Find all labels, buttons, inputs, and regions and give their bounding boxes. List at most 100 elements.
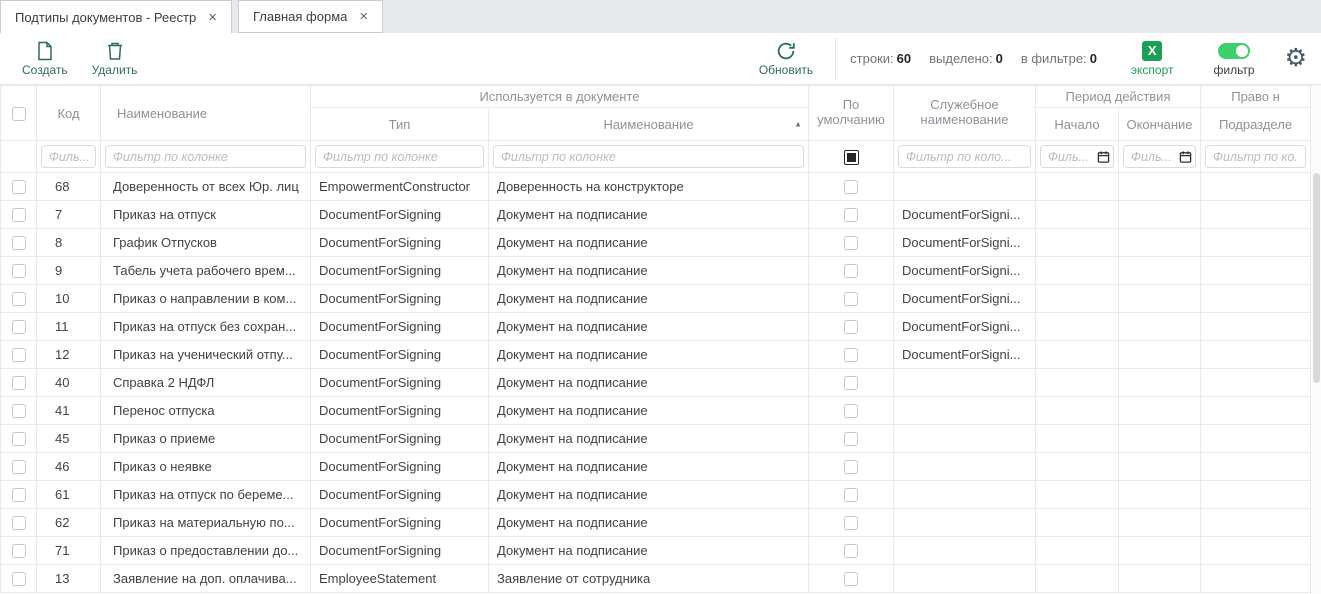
- row-checkbox[interactable]: [12, 348, 26, 362]
- delete-button[interactable]: Удалить: [80, 37, 150, 80]
- table-row[interactable]: 62 Приказ на материальную по... Document…: [1, 509, 1311, 537]
- select-all-checkbox[interactable]: [12, 107, 26, 121]
- filter-input-service[interactable]: [898, 145, 1031, 168]
- table-row[interactable]: 45 Приказ о приеме DocumentForSigning До…: [1, 425, 1311, 453]
- filter-input-code[interactable]: [41, 145, 96, 168]
- default-checkbox[interactable]: [844, 404, 858, 418]
- col-header-department[interactable]: Подразделе: [1201, 108, 1311, 141]
- vertical-scrollbar[interactable]: [1310, 85, 1321, 594]
- row-checkbox[interactable]: [12, 516, 26, 530]
- row-checkbox[interactable]: [12, 572, 26, 586]
- row-checkbox[interactable]: [12, 180, 26, 194]
- default-checkbox[interactable]: [844, 348, 858, 362]
- close-icon[interactable]: ×: [208, 10, 217, 25]
- cell-code: 71: [37, 537, 101, 565]
- col-header-by-default[interactable]: По умолчанию: [809, 86, 894, 141]
- table-row[interactable]: 7 Приказ на отпуск DocumentForSigning До…: [1, 201, 1311, 229]
- filter-input-department[interactable]: [1205, 145, 1306, 168]
- default-checkbox[interactable]: [844, 320, 858, 334]
- default-checkbox[interactable]: [844, 292, 858, 306]
- default-checkbox[interactable]: [844, 432, 858, 446]
- col-header-start[interactable]: Начало: [1036, 108, 1119, 141]
- col-header-name[interactable]: Наименование: [101, 86, 311, 141]
- default-checkbox[interactable]: [844, 376, 858, 390]
- cell-end: [1119, 397, 1201, 425]
- refresh-button[interactable]: Обновить: [747, 37, 825, 80]
- cell-by-default: [809, 565, 894, 593]
- default-checkbox[interactable]: [844, 516, 858, 530]
- table-row[interactable]: 71 Приказ о предоставлении до... Documen…: [1, 537, 1311, 565]
- cell-department: [1201, 313, 1311, 341]
- row-checkbox[interactable]: [12, 544, 26, 558]
- table-row[interactable]: 13 Заявление на доп. оплачива... Employe…: [1, 565, 1311, 593]
- cell-type: DocumentForSigning: [311, 285, 489, 313]
- default-checkbox[interactable]: [844, 488, 858, 502]
- table-row[interactable]: 12 Приказ на ученический отпу... Documen…: [1, 341, 1311, 369]
- cell-start: [1036, 173, 1119, 201]
- refresh-button-label: Обновить: [759, 63, 813, 77]
- calendar-icon[interactable]: [1179, 150, 1192, 163]
- col-header-type[interactable]: Тип: [311, 108, 489, 141]
- cell-department: [1201, 285, 1311, 313]
- row-checkbox[interactable]: [12, 292, 26, 306]
- row-checkbox[interactable]: [12, 320, 26, 334]
- cell-name: Приказ на ученический отпу...: [101, 341, 311, 369]
- table-row[interactable]: 8 График Отпусков DocumentForSigning Док…: [1, 229, 1311, 257]
- row-checkbox[interactable]: [12, 404, 26, 418]
- cell-service-name: [894, 453, 1036, 481]
- cell-start: [1036, 425, 1119, 453]
- cell-type: DocumentForSigning: [311, 509, 489, 537]
- row-checkbox[interactable]: [12, 208, 26, 222]
- col-header-service-name[interactable]: Служебное наименование: [894, 86, 1036, 141]
- cell-type: DocumentForSigning: [311, 369, 489, 397]
- row-checkbox[interactable]: [12, 376, 26, 390]
- row-checkbox[interactable]: [12, 460, 26, 474]
- table-row[interactable]: 41 Перенос отпуска DocumentForSigning До…: [1, 397, 1311, 425]
- tab-document-subtypes-registry[interactable]: Подтипы документов - Реестр ×: [0, 0, 232, 33]
- cell-service-name: [894, 397, 1036, 425]
- table-row[interactable]: 68 Доверенность от всех Юр. лиц Empowerm…: [1, 173, 1311, 201]
- filtered-count-label: в фильтре:: [1021, 51, 1087, 66]
- table-row[interactable]: 40 Справка 2 НДФЛ DocumentForSigning Док…: [1, 369, 1311, 397]
- col-header-code[interactable]: Код: [37, 86, 101, 141]
- create-button[interactable]: Создать: [10, 37, 80, 80]
- col-header-end[interactable]: Окончание: [1119, 108, 1201, 141]
- table-row[interactable]: 46 Приказ о неявке DocumentForSigning До…: [1, 453, 1311, 481]
- filter-input-type[interactable]: [315, 145, 484, 168]
- filter-toggle-button[interactable]: фильтр: [1202, 37, 1267, 80]
- cell-end: [1119, 537, 1201, 565]
- row-checkbox[interactable]: [12, 236, 26, 250]
- default-checkbox[interactable]: [844, 544, 858, 558]
- default-checkbox[interactable]: [844, 208, 858, 222]
- filter-input-doc-name[interactable]: [493, 145, 804, 168]
- default-checkbox[interactable]: [844, 236, 858, 250]
- row-checkbox[interactable]: [12, 432, 26, 446]
- row-checkbox[interactable]: [12, 264, 26, 278]
- cell-start: [1036, 565, 1119, 593]
- default-checkbox[interactable]: [844, 264, 858, 278]
- default-checkbox[interactable]: [844, 460, 858, 474]
- toolbar-divider: [835, 38, 836, 80]
- filter-input-name[interactable]: [105, 145, 306, 168]
- cell-name: Приказ на материальную по...: [101, 509, 311, 537]
- cell-service-name: [894, 369, 1036, 397]
- cell-department: [1201, 453, 1311, 481]
- cell-by-default: [809, 313, 894, 341]
- table-row[interactable]: 10 Приказ о направлении в ком... Documen…: [1, 285, 1311, 313]
- filter-toggle[interactable]: [1218, 43, 1250, 59]
- settings-gear-icon[interactable]: ⚙: [1285, 46, 1307, 71]
- export-button[interactable]: X экспорт: [1119, 37, 1186, 80]
- calendar-icon[interactable]: [1097, 150, 1110, 163]
- scrollbar-thumb[interactable]: [1313, 173, 1320, 383]
- table-row[interactable]: 11 Приказ на отпуск без сохран... Docume…: [1, 313, 1311, 341]
- filter-default-checkbox[interactable]: [844, 150, 859, 165]
- default-checkbox[interactable]: [844, 572, 858, 586]
- tab-main-form[interactable]: Главная форма ×: [238, 0, 383, 33]
- close-icon[interactable]: ×: [359, 9, 368, 24]
- row-checkbox[interactable]: [12, 488, 26, 502]
- table-row[interactable]: 9 Табель учета рабочего врем... Document…: [1, 257, 1311, 285]
- toolbar-right-group: Обновить строки:60 выделено:0 в фильтре:…: [747, 37, 1307, 80]
- table-row[interactable]: 61 Приказ на отпуск по береме... Documen…: [1, 481, 1311, 509]
- default-checkbox[interactable]: [844, 180, 858, 194]
- col-header-doc-name[interactable]: Наименование ▲: [489, 108, 809, 141]
